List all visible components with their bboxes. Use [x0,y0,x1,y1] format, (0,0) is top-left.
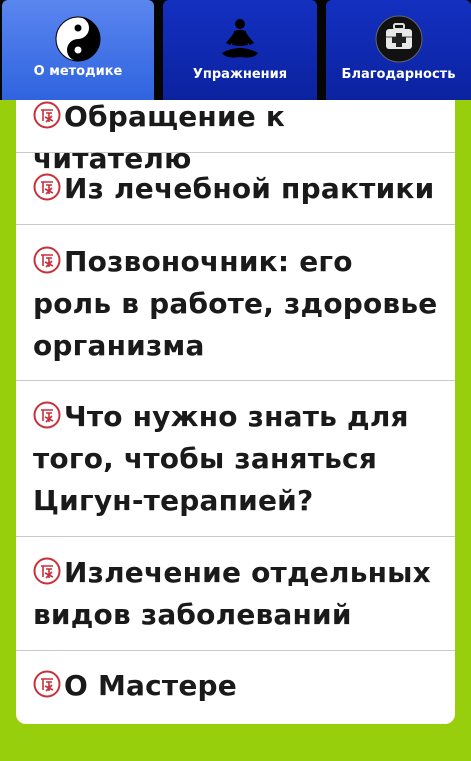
tab-gratitude[interactable]: Благодарность [326,0,471,100]
yin-yang-icon [2,15,154,63]
kang-seal-icon [33,401,61,429]
first-aid-kit-icon [326,15,471,63]
list-item-label: Из лечебной практики [64,172,435,205]
list-item-label: Что нужно знать для того, чтобы заняться… [33,400,409,517]
kang-seal-icon [33,670,61,698]
list-item[interactable]: Позвоночник: его роль в работе, здоровье… [16,225,455,381]
list-item[interactable]: Из лечебной практики [16,153,455,225]
kang-seal-icon [33,557,61,585]
tab-label: О методике [33,64,123,79]
kang-seal-icon [33,101,61,129]
kang-seal-icon [33,173,61,201]
list-item[interactable]: Излечение отдельных видов заболеваний [16,537,455,651]
list-item[interactable]: О Мастере [16,651,455,724]
meditation-icon [163,15,317,63]
list-item-label: Позвоночник: его роль в работе, здоровье… [33,245,438,362]
list-item-label: Излечение отдельных видов заболеваний [33,556,431,631]
tab-label: Упражнения [192,67,288,82]
list-item[interactable]: Что нужно знать для того, чтобы заняться… [16,381,455,537]
tab-bar: О методике Упражнения Благодарность [0,0,471,100]
list-item-label: О Мастере [64,669,237,702]
topics-list: Обращение к читателю Из лечебной практик… [16,100,455,724]
kang-seal-icon [33,246,61,274]
tab-exercises[interactable]: Упражнения [163,0,317,100]
list-item[interactable]: Обращение к читателю [16,100,455,175]
tab-about-method[interactable]: О методике [2,0,154,100]
tab-label: Благодарность [341,67,456,82]
